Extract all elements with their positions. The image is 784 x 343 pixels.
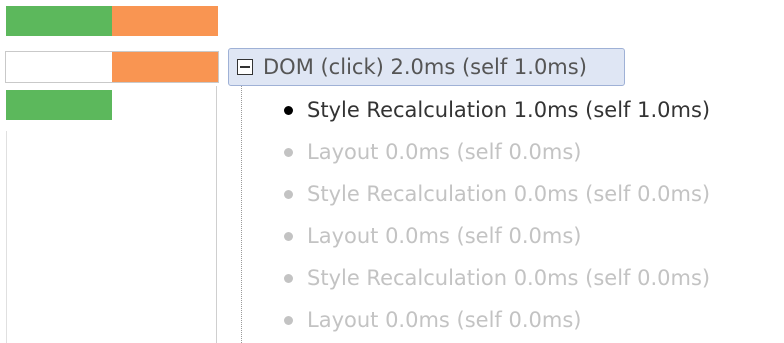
bullet-icon (284, 231, 293, 241)
column-divider[interactable] (216, 86, 217, 343)
scripting-segment (6, 6, 112, 36)
tree-child-3[interactable]: Layout 0.0ms (self 0.0ms) (284, 216, 581, 256)
scripting-segment (6, 90, 112, 120)
rendering-segment (112, 6, 218, 36)
tree-root-dom-click[interactable]: DOM (click) 2.0ms (self 1.0ms) (228, 48, 625, 86)
bullet-icon (284, 105, 293, 115)
bullet-icon (284, 189, 293, 199)
tree-child-2[interactable]: Style Recalculation 0.0ms (self 0.0ms) (284, 174, 710, 214)
tree-child-label: Style Recalculation 0.0ms (self 0.0ms) (307, 266, 711, 290)
timeline-bar-style-recalc (6, 90, 218, 120)
tree-root-label: DOM (click) 2.0ms (self 1.0ms) (263, 55, 587, 79)
self-time-segment (6, 52, 112, 82)
tree-child-label: Style Recalculation 1.0ms (self 1.0ms) (307, 98, 711, 122)
event-tree: DOM (click) 2.0ms (self 1.0ms) Style Rec… (228, 0, 784, 343)
tree-child-0[interactable]: Style Recalculation 1.0ms (self 1.0ms) (284, 90, 710, 130)
bullet-icon (284, 273, 293, 283)
bullet-icon (284, 147, 293, 157)
tree-child-4[interactable]: Style Recalculation 0.0ms (self 0.0ms) (284, 258, 710, 298)
tree-child-label: Layout 0.0ms (self 0.0ms) (307, 224, 582, 248)
tree-child-label: Layout 0.0ms (self 0.0ms) (307, 140, 582, 164)
bullet-icon (284, 315, 293, 325)
timeline-bars-column (0, 0, 220, 343)
tree-child-label: Style Recalculation 0.0ms (self 0.0ms) (307, 182, 711, 206)
rendering-segment (112, 52, 218, 82)
tree-guide-line (241, 86, 242, 343)
tree-child-5[interactable]: Layout 0.0ms (self 0.0ms) (284, 300, 581, 340)
tree-child-1[interactable]: Layout 0.0ms (self 0.0ms) (284, 132, 581, 172)
tree-child-label: Layout 0.0ms (self 0.0ms) (307, 308, 582, 332)
timeline-bar-dom-click[interactable] (5, 51, 219, 83)
timeline-bar-top (6, 6, 218, 36)
bars-left-edge (6, 131, 7, 343)
collapse-minus-icon[interactable] (237, 59, 253, 75)
